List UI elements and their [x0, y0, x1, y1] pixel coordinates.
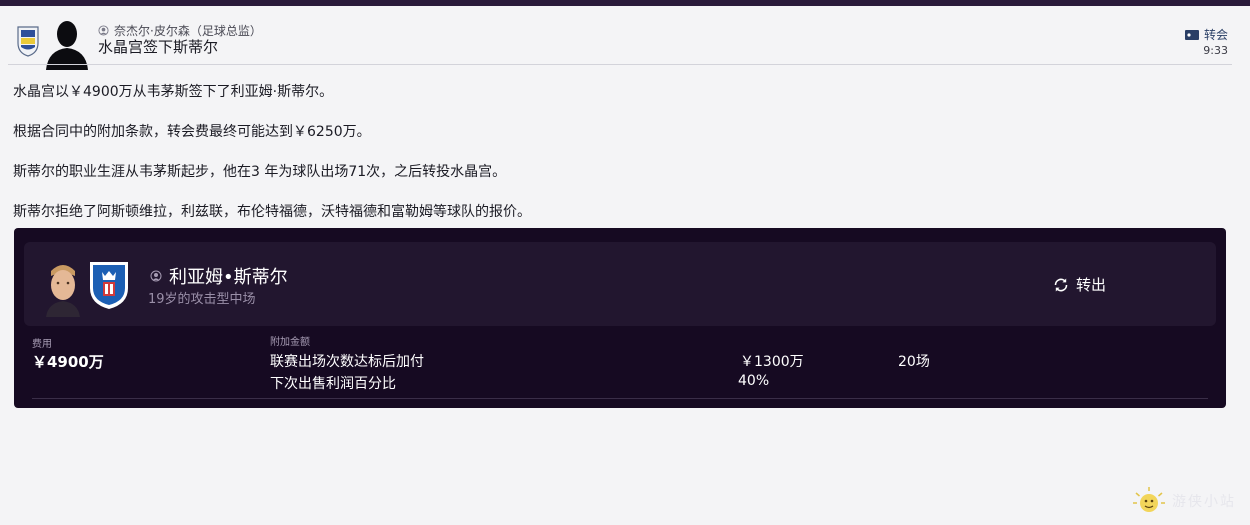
tag-icon — [1184, 29, 1199, 40]
player-panel[interactable]: 利亚姆•斯蒂尔 19岁的攻击型中场 转出 — [24, 242, 1216, 326]
addon-amount: 40% — [738, 373, 770, 389]
player-name[interactable]: 利亚姆•斯蒂尔 — [169, 263, 288, 289]
silhouette-icon[interactable] — [44, 16, 90, 70]
fee-label: 费用 — [32, 339, 52, 350]
body-paragraph: 斯蒂尔的职业生涯从韦茅斯起步，他在3 年为球队出场71次，之后转投水晶宫。 — [13, 164, 507, 180]
news-type[interactable]: 转会 — [1184, 26, 1228, 43]
addon-condition: 联赛出场次数达标后加付 — [270, 354, 424, 370]
transfer-status-label: 转出 — [1076, 276, 1107, 294]
person-icon — [98, 25, 109, 36]
card-divider — [32, 398, 1208, 399]
addon-condition: 下次出售利润百分比 — [270, 376, 396, 392]
news-type-label: 转会 — [1203, 28, 1228, 42]
transfer-card: 利亚姆•斯蒂尔 19岁的攻击型中场 转出 费用 ￥4900万 附加金额 联赛出场… — [14, 228, 1226, 408]
watermark-text: 游侠小站 — [1172, 494, 1236, 510]
news-header: 奈杰尔·皮尔森（足球总监） 水晶宫签下斯蒂尔 转会 9:33 — [0, 6, 1250, 70]
refresh-icon — [1054, 278, 1068, 291]
watermark: 游侠小站 — [1132, 486, 1236, 516]
sun-logo-icon — [1133, 487, 1165, 512]
club-crest-icon[interactable] — [16, 25, 40, 57]
addons-label: 附加金额 — [270, 337, 310, 348]
body-paragraph: 水晶宫以￥4900万从韦茅斯签下了利亚姆·斯蒂尔。 — [13, 84, 334, 100]
player-face-icon[interactable] — [44, 261, 82, 317]
body-paragraph: 根据合同中的附加条款，转会费最终可能达到￥6250万。 — [13, 124, 371, 140]
player-description: 19岁的攻击型中场 — [148, 292, 256, 307]
fee-value: ￥4900万 — [32, 353, 104, 371]
news-headline: 水晶宫签下斯蒂尔 — [98, 38, 219, 56]
person-icon — [150, 270, 162, 282]
news-time: 9:33 — [1203, 44, 1228, 57]
addon-amount: ￥1300万 — [740, 354, 804, 370]
addon-threshold: 20场 — [898, 354, 930, 370]
club-crest-icon[interactable] — [86, 260, 132, 310]
player-name-row: 利亚姆•斯蒂尔 — [150, 263, 288, 289]
transfer-status[interactable]: 转出 — [1052, 274, 1106, 295]
header-divider — [8, 64, 1232, 65]
body-paragraph: 斯蒂尔拒绝了阿斯顿维拉，利兹联，布伦特福德，沃特福德和富勒姆等球队的报价。 — [13, 204, 531, 220]
